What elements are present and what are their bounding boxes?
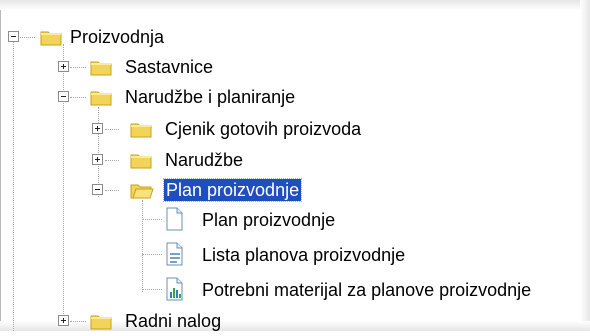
- tree-node-plan-proizvodnje-folder[interactable]: Plan proizvodnje: [92, 175, 392, 205]
- tree-guide-line: [13, 42, 14, 331]
- tree-node-label: Plan proizvodnje: [162, 178, 303, 202]
- tree-node-narudzbe[interactable]: Narudžbe: [92, 145, 312, 175]
- expand-icon[interactable]: [58, 315, 69, 326]
- tree-node-sastavnice[interactable]: Sastavnice: [58, 52, 258, 82]
- collapse-icon[interactable]: [92, 184, 103, 195]
- chart-document-icon: [166, 277, 183, 301]
- tree-node-label: Narudžbe i planiranje: [125, 87, 296, 107]
- folder-icon: [90, 91, 112, 106]
- tree-view: Proizvodnja Sastavnice Narudžbe i planir…: [0, 0, 590, 331]
- expand-icon[interactable]: [92, 154, 103, 165]
- tree-node-label: Narudžbe: [165, 150, 244, 170]
- tree-node-narudzbe-i-planiranje[interactable]: Narudžbe i planiranje: [58, 82, 378, 112]
- tree-node-label: Proizvodnja: [70, 27, 165, 47]
- tree-guide-line: [142, 254, 162, 255]
- tree-guide-line: [142, 219, 162, 220]
- list-document-icon: [166, 242, 183, 266]
- folder-icon: [40, 31, 62, 46]
- folder-open-icon: [130, 184, 154, 199]
- folder-icon: [90, 315, 112, 330]
- tree-node-label: Potrebni materijal za planove proizvodnj…: [202, 280, 532, 300]
- collapse-icon[interactable]: [58, 91, 69, 102]
- tree-node-radni-nalog[interactable]: Radni nalog: [58, 306, 278, 336]
- expand-icon[interactable]: [92, 123, 103, 134]
- tree-node-lista-planova-proizvodnje[interactable]: Lista planova proizvodnje: [162, 240, 522, 270]
- expand-icon[interactable]: [58, 61, 69, 72]
- tree-node-cjenik-gotovih-proizvoda[interactable]: Cjenik gotovih proizvoda: [92, 114, 452, 144]
- tree-node-label: Radni nalog: [125, 311, 222, 331]
- tree-node-plan-proizvodnje-document[interactable]: Plan proizvodnje: [162, 205, 422, 235]
- folder-icon: [130, 154, 152, 169]
- tree-node-proizvodnja[interactable]: Proizvodnja: [8, 22, 228, 52]
- tree-node-label: Sastavnice: [125, 57, 214, 77]
- tree-node-label: Plan proizvodnje: [202, 210, 336, 230]
- folder-icon: [90, 61, 112, 76]
- tree-view-window: Proizvodnja Sastavnice Narudžbe i planir…: [0, 0, 590, 331]
- tree-guide-line: [142, 200, 143, 292]
- collapse-icon[interactable]: [8, 31, 19, 42]
- tree-node-label: Lista planova proizvodnje: [202, 245, 406, 265]
- folder-icon: [130, 123, 152, 138]
- tree-guide-line: [142, 289, 162, 290]
- document-icon: [166, 207, 183, 231]
- tree-node-potrebni-materijal[interactable]: Potrebni materijal za planove proizvodnj…: [162, 275, 590, 305]
- tree-node-label: Cjenik gotovih proizvoda: [165, 119, 362, 139]
